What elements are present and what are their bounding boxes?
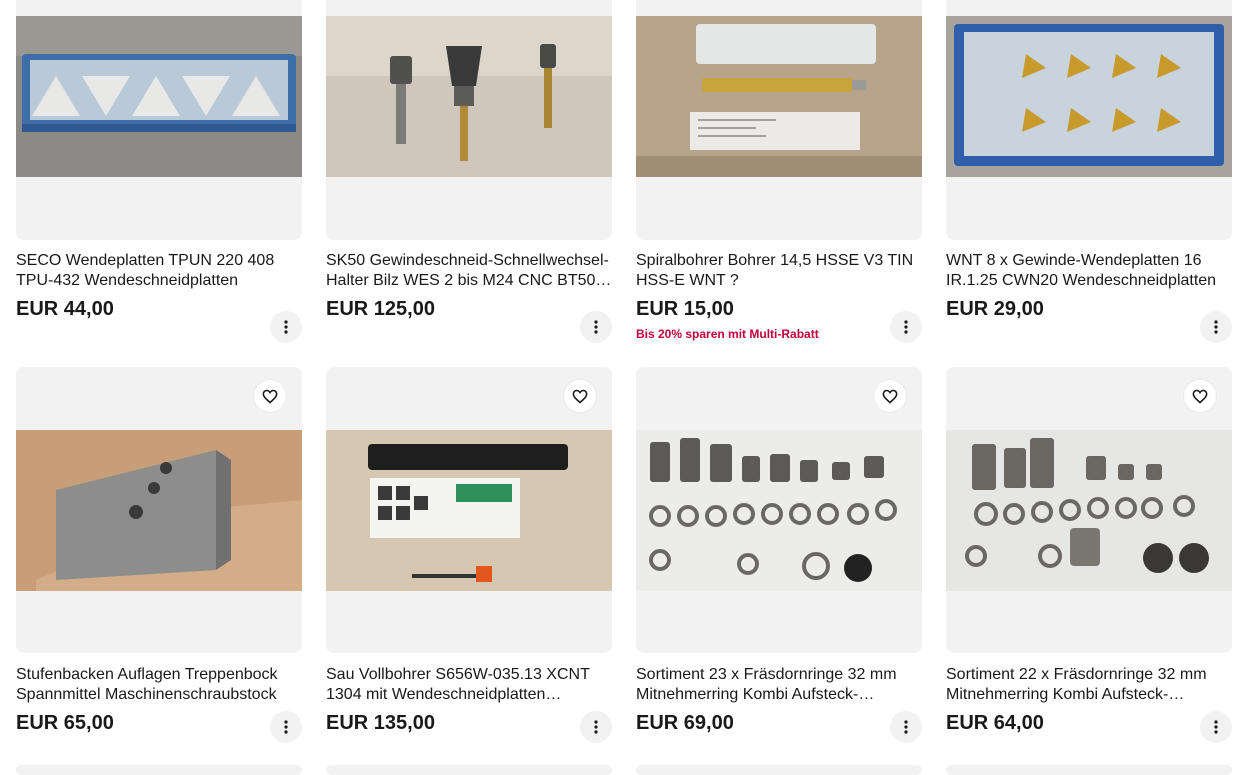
listing-price: EUR 65,00 xyxy=(16,712,114,734)
listing-price: EUR 64,00 xyxy=(946,712,1044,734)
more-vertical-icon xyxy=(594,320,598,334)
watch-button[interactable] xyxy=(874,380,906,412)
more-vertical-icon xyxy=(284,320,288,334)
next-row-card-top xyxy=(326,765,612,775)
listing-price: EUR 15,00 xyxy=(636,298,734,320)
watch-button[interactable] xyxy=(1184,380,1216,412)
listing-title[interactable]: Spiralbohrer Bohrer 14,5 HSSE V3 TIN HSS… xyxy=(636,251,922,291)
product-image-spiralbohrer[interactable] xyxy=(636,16,922,177)
listing-image-container[interactable] xyxy=(326,367,612,653)
listing-price: EUR 125,00 xyxy=(326,298,435,320)
listing-title[interactable]: SK50 Gewindeschneid-Schnellwechsel-Halte… xyxy=(326,251,612,291)
more-options-button[interactable] xyxy=(580,311,612,343)
product-image-vollbohrer[interactable] xyxy=(326,430,612,591)
listing-price: EUR 44,00 xyxy=(16,298,114,320)
more-options-button[interactable] xyxy=(1200,311,1232,343)
listing-image-container[interactable] xyxy=(636,367,922,653)
more-options-button[interactable] xyxy=(580,711,612,743)
listing-price: EUR 135,00 xyxy=(326,712,435,734)
listing-title[interactable]: SECO Wendeplatten TPUN 220 408 TPU-432 W… xyxy=(16,251,302,291)
heart-icon xyxy=(882,389,898,404)
product-image-stufenbacken[interactable] xyxy=(16,430,302,591)
heart-icon xyxy=(572,389,588,404)
watch-button[interactable] xyxy=(254,380,286,412)
more-options-button[interactable] xyxy=(270,711,302,743)
listing-title[interactable]: WNT 8 x Gewinde-Wendeplatten 16 IR.1.25 … xyxy=(946,251,1232,291)
listing-title[interactable]: Sortiment 23 x Fräsdornringe 32 mm Mitne… xyxy=(636,665,922,705)
listing-image-container[interactable] xyxy=(946,367,1232,653)
multi-buy-promo: Bis 20% sparen mit Multi-Rabatt xyxy=(636,327,819,341)
watch-button[interactable] xyxy=(564,380,596,412)
listing-price: EUR 29,00 xyxy=(946,298,1044,320)
listing-image-container[interactable] xyxy=(636,0,922,240)
product-image-wnt-gewinde[interactable] xyxy=(946,16,1232,177)
listing-title[interactable]: Sortiment 22 x Fräsdornringe 32 mm Mitne… xyxy=(946,665,1232,705)
listing-image-container[interactable] xyxy=(16,367,302,653)
listing-image-container[interactable] xyxy=(16,0,302,240)
more-options-button[interactable] xyxy=(890,711,922,743)
more-options-button[interactable] xyxy=(270,311,302,343)
more-options-button[interactable] xyxy=(1200,711,1232,743)
more-options-button[interactable] xyxy=(890,311,922,343)
next-row-card-top xyxy=(946,765,1232,775)
product-image-sk50-halter[interactable] xyxy=(326,16,612,177)
more-vertical-icon xyxy=(904,320,908,334)
product-image-frasdornringe-22[interactable] xyxy=(946,430,1232,591)
heart-icon xyxy=(262,389,278,404)
heart-icon xyxy=(1192,389,1208,404)
more-vertical-icon xyxy=(284,720,288,734)
listing-image-container[interactable] xyxy=(326,0,612,240)
more-vertical-icon xyxy=(594,720,598,734)
product-image-wendeplatten-box[interactable] xyxy=(16,16,302,177)
more-vertical-icon xyxy=(1214,720,1218,734)
next-row-card-top xyxy=(636,765,922,775)
more-vertical-icon xyxy=(1214,320,1218,334)
listing-title[interactable]: Stufenbacken Auflagen Treppenbock Spannm… xyxy=(16,665,302,705)
listing-title[interactable]: Sau Vollbohrer S656W-035.13 XCNT 1304 mi… xyxy=(326,665,612,705)
next-row-card-top xyxy=(16,765,302,775)
more-vertical-icon xyxy=(904,720,908,734)
product-image-frasdornringe-23[interactable] xyxy=(636,430,922,591)
listing-price: EUR 69,00 xyxy=(636,712,734,734)
listing-image-container[interactable] xyxy=(946,0,1232,240)
